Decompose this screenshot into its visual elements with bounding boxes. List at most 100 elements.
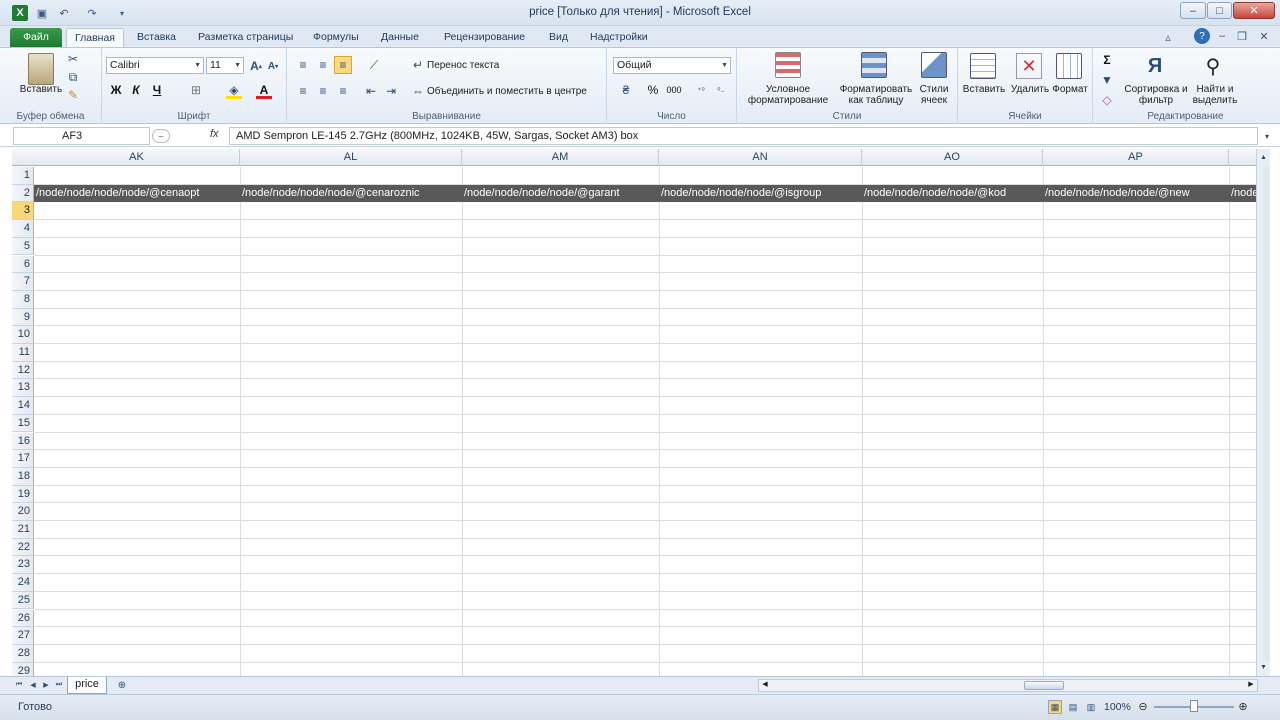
cut-icon[interactable]: ✂	[66, 52, 80, 66]
name-box[interactable]: AF3	[13, 127, 150, 145]
insert-cells-icon[interactable]	[970, 53, 996, 79]
align-top-icon[interactable]: ≡	[295, 58, 311, 72]
row-header[interactable]: 7	[12, 273, 34, 291]
conditional-format-icon[interactable]	[775, 52, 801, 78]
underline-button[interactable]: Ч	[150, 83, 164, 97]
doc-minimize-icon[interactable]: –	[1214, 28, 1230, 44]
row-header[interactable]: 5	[12, 237, 34, 256]
row-header[interactable]: 15	[12, 414, 34, 433]
zoom-slider-thumb[interactable]	[1190, 700, 1198, 712]
percent-button[interactable]: %	[645, 83, 661, 97]
tab-formulas[interactable]: Формулы	[307, 28, 365, 47]
delete-cells-button[interactable]: Удалить	[1008, 84, 1052, 95]
format-as-table-button[interactable]: Форматировать как таблицу	[837, 84, 915, 106]
decrease-decimal-icon[interactable]: ⁰₋	[713, 83, 729, 97]
row-header[interactable]: 25	[12, 591, 34, 610]
wrap-text-icon[interactable]: ↵	[411, 58, 425, 72]
tab-data[interactable]: Данные	[375, 28, 425, 47]
tab-view[interactable]: Вид	[543, 28, 574, 47]
sort-filter-icon[interactable]: Я	[1141, 52, 1169, 80]
align-left-icon[interactable]: ≡	[295, 84, 311, 98]
insert-cells-button[interactable]: Вставить	[960, 84, 1008, 95]
copy-icon[interactable]: ⧉	[66, 70, 80, 84]
row-header[interactable]: 21	[12, 521, 34, 539]
vertical-scroll-track[interactable]	[1258, 167, 1269, 661]
align-right-icon[interactable]: ≡	[335, 84, 351, 98]
row-header[interactable]: 19	[12, 485, 34, 504]
cell[interactable]: /node/node/node/node/@cenaroznic	[240, 185, 462, 203]
column-header[interactable]: AK	[34, 149, 240, 166]
cell-styles-button[interactable]: Стили ячеек	[913, 84, 955, 106]
merge-center-button[interactable]: Объединить и поместить в центре	[427, 86, 587, 97]
row-header[interactable]: 1	[12, 167, 34, 185]
row-header[interactable]: 20	[12, 503, 34, 521]
increase-decimal-icon[interactable]: ⁺⁰	[693, 83, 709, 97]
tab-page-layout[interactable]: Разметка страницы	[192, 28, 299, 47]
grow-font-icon[interactable]: A ▴	[248, 58, 264, 74]
find-select-icon[interactable]: ⚲	[1199, 52, 1227, 80]
cell[interactable]: /node/node/node/node/@kod	[862, 185, 1043, 203]
row-header[interactable]: 10	[12, 326, 34, 344]
row-header[interactable]: 4	[12, 220, 34, 238]
scroll-left-icon[interactable]: ◀	[759, 680, 771, 691]
row-header[interactable]: 8	[12, 290, 34, 309]
shrink-font-icon[interactable]: A ▾	[266, 59, 280, 73]
wrap-text-button[interactable]: Перенос текста	[427, 60, 499, 71]
page-layout-view-icon[interactable]: ▤	[1066, 700, 1080, 714]
formula-expand-icon[interactable]: ▾	[1260, 129, 1274, 143]
next-sheet-icon[interactable]: ▶	[41, 679, 51, 691]
font-name-select[interactable]: Calibri ▼	[106, 57, 204, 74]
find-select-button[interactable]: Найти и выделить	[1189, 84, 1241, 106]
align-bottom-icon[interactable]: ≡	[334, 56, 352, 74]
paste-button[interactable]: Вставить	[14, 84, 68, 95]
row-header[interactable]: 14	[12, 397, 34, 415]
cell[interactable]: /node/node/node/node/@isgroup	[659, 185, 862, 203]
cell[interactable]: /node/node/node/node/@cenaopt	[34, 185, 240, 203]
fill-icon[interactable]: ▼	[1099, 72, 1115, 88]
row-header[interactable]: 11	[12, 344, 34, 362]
cell[interactable]: /node	[1229, 185, 1256, 203]
row-header[interactable]: 16	[12, 432, 34, 451]
page-break-view-icon[interactable]: ▥	[1084, 700, 1098, 714]
column-header-partial[interactable]	[1229, 149, 1256, 166]
decrease-indent-icon[interactable]: ⇤	[363, 84, 379, 98]
formula-input[interactable]: AMD Sempron LE-145 2.7GHz (800MHz, 1024K…	[229, 127, 1258, 145]
fill-color-icon[interactable]: ◈	[226, 83, 242, 99]
number-format-select[interactable]: Общий ▼	[613, 57, 731, 74]
format-cells-icon[interactable]	[1056, 53, 1082, 79]
align-center-icon[interactable]: ≡	[315, 84, 331, 98]
row-header[interactable]: 27	[12, 627, 34, 645]
ribbon-minimize-icon[interactable]: ▵	[1160, 29, 1176, 45]
doc-restore-icon[interactable]: ❐	[1234, 28, 1250, 44]
sheet-tab-price[interactable]: price	[67, 677, 107, 694]
tab-insert[interactable]: Вставка	[131, 28, 182, 47]
zoom-level[interactable]: 100%	[1104, 701, 1131, 713]
column-header[interactable]: AO	[862, 149, 1043, 166]
horizontal-scrollbar[interactable]: ◀ ▶	[758, 679, 1258, 692]
cell[interactable]: /node/node/node/node/@garant	[462, 185, 659, 203]
zoom-in-icon[interactable]: ⊕	[1236, 699, 1250, 713]
row-header[interactable]: 9	[12, 308, 34, 327]
font-color-icon[interactable]: A	[256, 83, 272, 99]
currency-icon[interactable]: ₴	[615, 83, 637, 97]
row-header[interactable]: 23	[12, 556, 34, 575]
italic-button[interactable]: К	[129, 83, 143, 97]
first-sheet-icon[interactable]: ⏮	[14, 679, 24, 691]
sort-filter-button[interactable]: Сортировка и фильтр	[1123, 84, 1189, 106]
thousands-button[interactable]: 000	[665, 83, 683, 97]
minimize-button[interactable]: –	[1180, 2, 1206, 19]
row-header[interactable]: 18	[12, 467, 34, 486]
merge-center-icon[interactable]: ⇔	[411, 84, 425, 98]
column-header[interactable]: AP	[1043, 149, 1229, 166]
format-cells-button[interactable]: Формат	[1050, 84, 1090, 95]
prev-sheet-icon[interactable]: ◀	[28, 679, 38, 691]
row-header[interactable]: 24	[12, 574, 34, 592]
scroll-up-icon[interactable]: ▲	[1258, 151, 1269, 163]
tab-addins[interactable]: Надстройки	[584, 28, 654, 47]
worksheet-grid[interactable]: 1 2 3 4 5 6 7 8 9 10 11 12 13 14 15 16 17 18 19 20 21 22 23 24 2…	[12, 167, 1256, 677]
row-header[interactable]: 17	[12, 450, 34, 468]
row-header[interactable]: 6	[12, 255, 34, 274]
align-middle-icon[interactable]: ≡	[315, 58, 331, 72]
close-button[interactable]: ✕	[1233, 2, 1275, 19]
zoom-out-icon[interactable]: ⊖	[1136, 699, 1150, 713]
